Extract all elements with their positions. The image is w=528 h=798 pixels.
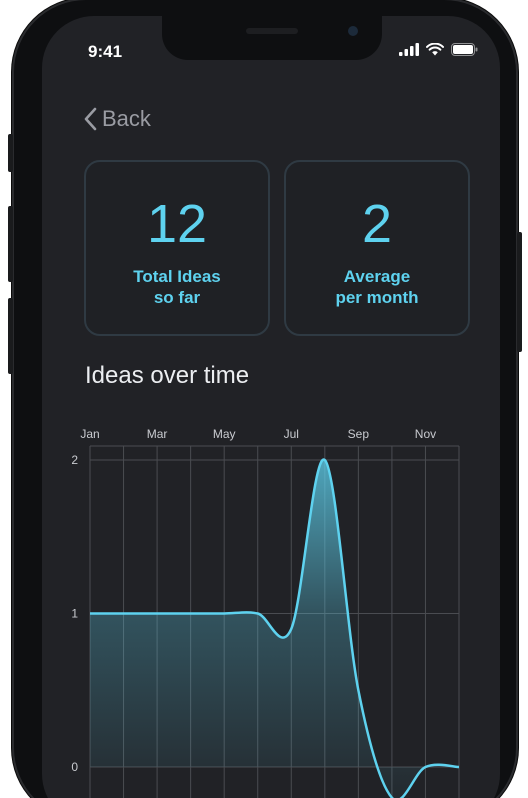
y-tick-label: 2 bbox=[71, 453, 78, 467]
phone-frame: 9:41 Back 12 Total Ideas so far 2 Averag… bbox=[8, 0, 522, 798]
total-ideas-label: Total Ideas so far bbox=[133, 267, 221, 307]
x-tick-label: Jan bbox=[80, 427, 99, 441]
volume-down-button bbox=[8, 298, 13, 374]
total-ideas-value: 12 bbox=[146, 194, 208, 254]
series-area bbox=[90, 459, 459, 798]
average-per-month-value: 2 bbox=[361, 194, 393, 254]
x-tick-label: Jul bbox=[284, 427, 299, 441]
y-tick-label: 1 bbox=[71, 607, 78, 621]
back-label: Back bbox=[102, 106, 151, 131]
back-button[interactable]: Back bbox=[84, 106, 151, 132]
x-tick-label: Sep bbox=[348, 427, 370, 441]
x-tick-label: May bbox=[213, 427, 236, 441]
signal-icon bbox=[399, 43, 419, 56]
wifi-icon bbox=[426, 43, 444, 56]
speaker-grille bbox=[246, 28, 298, 34]
front-camera bbox=[348, 26, 358, 36]
volume-up-button bbox=[8, 206, 13, 282]
total-ideas-card: 12 Total Ideas so far bbox=[84, 160, 270, 336]
y-tick-label: 0 bbox=[71, 760, 78, 774]
x-tick-label: Mar bbox=[147, 427, 168, 441]
average-per-month-label: Average per month bbox=[335, 267, 419, 307]
battery-icon bbox=[451, 43, 478, 56]
notch bbox=[162, 16, 382, 60]
screen: 9:41 Back 12 Total Ideas so far 2 Averag… bbox=[42, 16, 500, 798]
section-title: Ideas over time bbox=[85, 362, 250, 389]
side-button bbox=[8, 134, 13, 172]
status-icons bbox=[399, 43, 478, 56]
status-time: 9:41 bbox=[88, 42, 123, 61]
average-per-month-card: 2 Average per month bbox=[284, 160, 470, 336]
x-tick-label: Nov bbox=[415, 427, 436, 441]
ideas-over-time-chart: Jan Mar May Jul Sep Nov 0 1 2 bbox=[71, 427, 460, 798]
chevron-left-icon bbox=[84, 107, 97, 131]
power-button bbox=[517, 232, 522, 352]
